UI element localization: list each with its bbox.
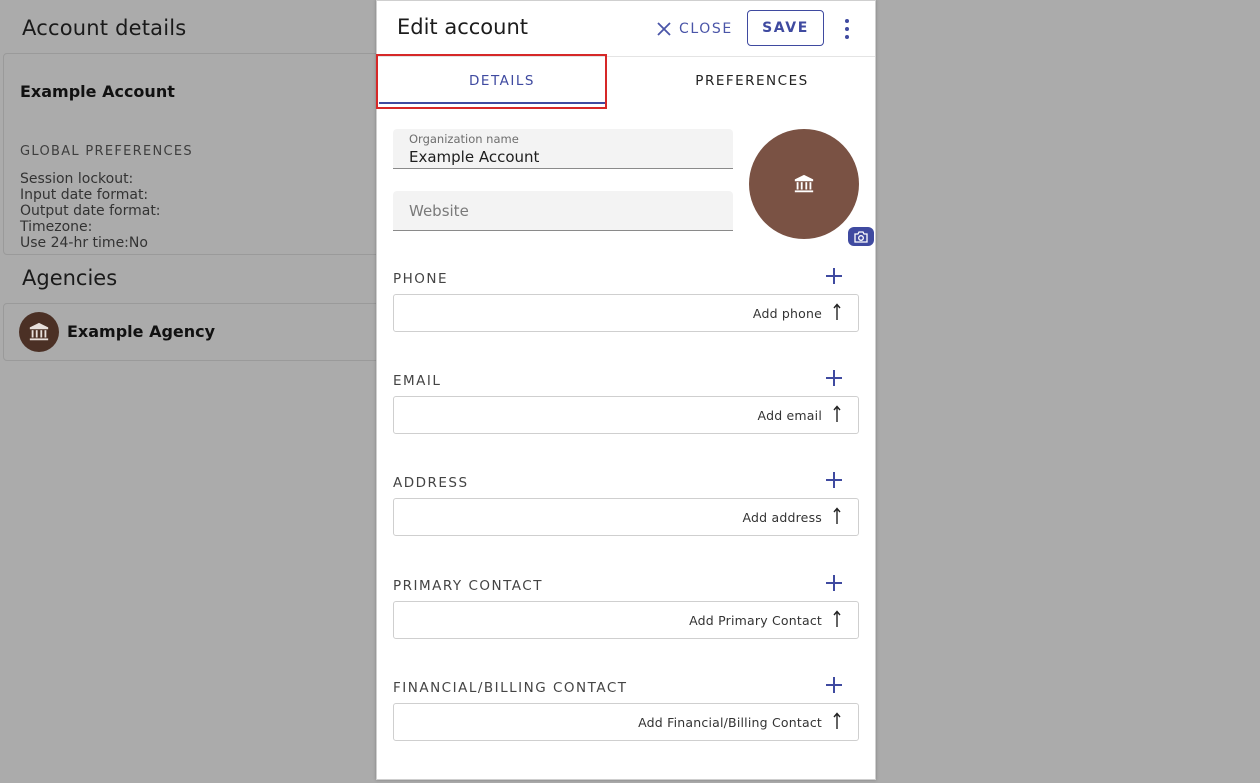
dialog-header: Edit account CLOSE SAVE: [377, 1, 875, 57]
account-card: Example Account GLOBAL PREFERENCES Sessi…: [3, 53, 393, 255]
edit-account-dialog: Edit account CLOSE SAVE DETAILS PREFEREN…: [376, 0, 876, 780]
add-email-label: Add email: [757, 408, 822, 423]
close-label: CLOSE: [679, 21, 733, 37]
global-preferences-label: GLOBAL PREFERENCES: [20, 144, 193, 159]
add-phone-label: Add phone: [752, 306, 822, 321]
page-title: Account details: [22, 16, 187, 40]
add-billing-contact-button[interactable]: Add Financial/Billing Contact: [393, 703, 859, 741]
phone-label: PHONE: [393, 271, 449, 287]
plus-icon[interactable]: [823, 674, 845, 696]
camera-icon: [854, 230, 868, 243]
primary-contact-label: PRIMARY CONTACT: [393, 578, 543, 594]
arrow-up-icon: [833, 610, 841, 627]
agency-name: Example Agency: [67, 322, 216, 341]
plus-icon[interactable]: [823, 469, 845, 491]
add-billing-contact-label: Add Financial/Billing Contact: [638, 715, 822, 730]
organization-name-label: Organization name: [409, 132, 519, 146]
preference-item: Input date format:: [20, 187, 149, 203]
change-photo-button[interactable]: [848, 227, 874, 246]
organization-name-value[interactable]: Example Account: [409, 148, 709, 166]
preference-item: Timezone:: [20, 219, 93, 235]
save-button[interactable]: SAVE: [747, 10, 824, 46]
bank-icon: [29, 322, 49, 341]
billing-contact-label: FINANCIAL/BILLING CONTACT: [393, 680, 628, 696]
preferences-list: Session lockout: Input date format: Outp…: [20, 171, 161, 251]
website-input[interactable]: [409, 202, 719, 220]
add-phone-button[interactable]: Add phone: [393, 294, 859, 332]
arrow-up-icon: [833, 712, 841, 729]
preference-item: Use 24-hr time:No: [20, 235, 148, 251]
close-button[interactable]: CLOSE: [657, 17, 733, 41]
add-email-button[interactable]: Add email: [393, 396, 859, 434]
agency-row[interactable]: Example Agency: [3, 303, 393, 361]
dialog-title: Edit account: [397, 15, 529, 39]
agency-avatar: [19, 312, 59, 352]
preference-item: Output date format:: [20, 203, 161, 219]
organization-avatar[interactable]: [749, 129, 859, 239]
arrow-up-icon: [833, 507, 841, 524]
add-primary-contact-label: Add Primary Contact: [689, 613, 822, 628]
active-tab-indicator: [379, 102, 605, 104]
plus-icon[interactable]: [823, 265, 845, 287]
tab-preferences[interactable]: PREFERENCES: [627, 57, 877, 105]
plus-icon[interactable]: [823, 367, 845, 389]
plus-icon[interactable]: [823, 572, 845, 594]
add-primary-contact-button[interactable]: Add Primary Contact: [393, 601, 859, 639]
add-address-label: Add address: [742, 510, 822, 525]
tab-details[interactable]: DETAILS: [377, 57, 627, 105]
website-field[interactable]: [393, 191, 733, 231]
email-label: EMAIL: [393, 373, 442, 389]
more-vertical-icon[interactable]: [837, 15, 857, 43]
arrow-up-icon: [833, 303, 841, 320]
preference-item: Session lockout:: [20, 171, 134, 187]
address-label: ADDRESS: [393, 475, 469, 491]
account-name: Example Account: [20, 82, 175, 101]
close-icon: [657, 22, 671, 36]
organization-name-field[interactable]: Organization name Example Account: [393, 129, 733, 169]
arrow-up-icon: [833, 405, 841, 422]
tab-bar: DETAILS PREFERENCES: [376, 54, 877, 109]
bank-icon: [794, 174, 814, 193]
agencies-title: Agencies: [22, 266, 118, 290]
add-address-button[interactable]: Add address: [393, 498, 859, 536]
